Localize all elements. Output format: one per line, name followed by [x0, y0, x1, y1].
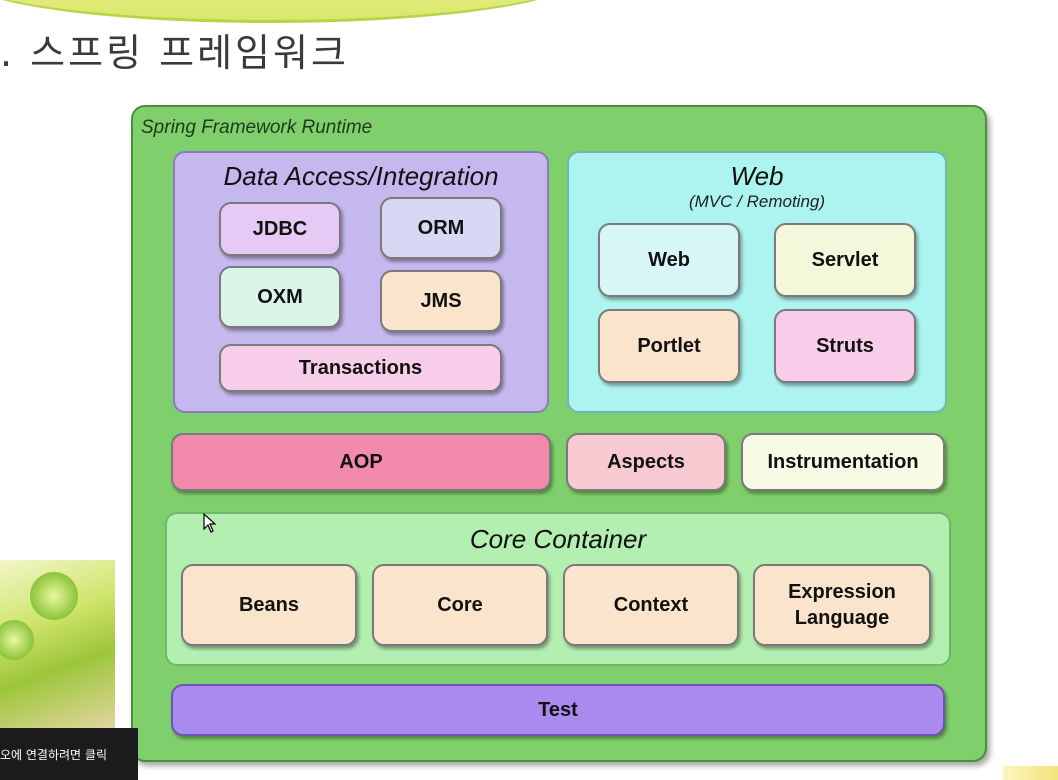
core-container-title: Core Container: [469, 524, 647, 554]
core-module: Core: [372, 564, 548, 646]
header-decoration: [0, 0, 580, 23]
corner-decoration: [1003, 766, 1058, 780]
servlet-module: Servlet: [774, 223, 916, 297]
data-access-panel: Data Access/Integration JDBC ORM OXM JMS…: [173, 151, 549, 413]
runtime-label: Spring Framework Runtime: [141, 117, 373, 138]
context-module: Context: [563, 564, 739, 646]
core-container-panel: Core Container Beans Core Context Expres…: [165, 512, 951, 666]
data-access-title: Data Access/Integration: [223, 161, 499, 191]
web-title: Web: [730, 161, 784, 191]
web-subtitle: (MVC / Remoting): [688, 192, 826, 211]
spring-runtime-container: Spring Framework Runtime Data Access/Int…: [131, 105, 987, 762]
lime-slice-icon: [0, 620, 34, 660]
portlet-module: Portlet: [598, 309, 740, 383]
caption-bar[interactable]: 오에 연결하려면 클릭: [0, 728, 138, 780]
beans-module: Beans: [181, 564, 357, 646]
mouse-cursor-icon: [203, 513, 217, 533]
instrumentation-module: Instrumentation: [741, 433, 945, 491]
orm-module: ORM: [380, 197, 502, 259]
drink-photo: [0, 560, 115, 735]
oxm-module: OXM: [219, 266, 341, 328]
web-panel: Web (MVC / Remoting) Web Servlet Portlet…: [567, 151, 947, 413]
expression-language-module: Expression Language: [753, 564, 931, 646]
slide-title: . 스프링 프레임워크: [0, 31, 349, 75]
lime-slice-icon: [30, 572, 78, 620]
struts-module: Struts: [774, 309, 916, 383]
transactions-module: Transactions: [219, 344, 502, 392]
jdbc-module: JDBC: [219, 202, 341, 256]
web-module: Web: [598, 223, 740, 297]
test-module: Test: [171, 684, 945, 736]
aop-module: AOP: [171, 433, 551, 491]
jms-module: JMS: [380, 270, 502, 332]
aspects-module: Aspects: [566, 433, 726, 491]
